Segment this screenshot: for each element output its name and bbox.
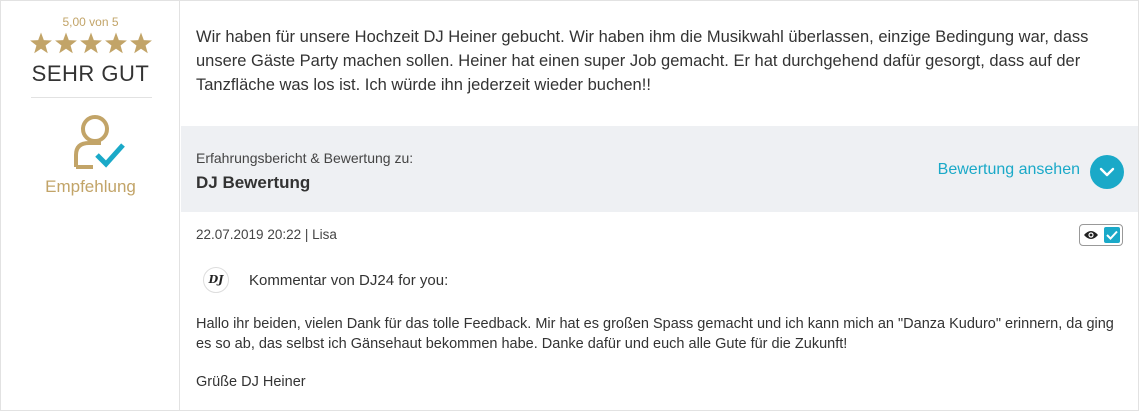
star-icon	[30, 32, 52, 54]
comment-body: Hallo ihr beiden, vielen Dank für das to…	[196, 314, 1116, 354]
recommendation-label: Empfehlung	[45, 177, 136, 196]
star-icon	[55, 32, 77, 54]
rating-panel: 5,00 von 5 SEHR GUT Empfehlung	[1, 1, 180, 410]
star-icon	[80, 32, 102, 54]
review-card: 5,00 von 5 SEHR GUT Empfehlung Wir haben…	[0, 0, 1139, 411]
review-meta: 22.07.2019 20:22 | Lisa	[196, 227, 337, 242]
rating-stars	[30, 32, 152, 54]
divider	[31, 97, 152, 98]
view-review-button[interactable]	[1090, 155, 1124, 189]
review-context-bar: Erfahrungsbericht & Bewertung zu: DJ Bew…	[181, 126, 1138, 212]
view-review-link[interactable]: Bewertung ansehen	[938, 161, 1080, 179]
dj-logo: DJ	[203, 267, 229, 293]
rating-grade: SEHR GUT	[31, 61, 150, 86]
visibility-checkbox[interactable]	[1104, 227, 1120, 243]
visibility-toggle[interactable]	[1079, 224, 1123, 246]
context-subtitle: Erfahrungsbericht & Bewertung zu:	[196, 150, 414, 166]
comment-heading: Kommentar von DJ24 for you:	[249, 272, 449, 289]
checkmark-icon	[1106, 230, 1118, 240]
comment-text: Hallo ihr beiden, vielen Dank für das to…	[196, 316, 1114, 352]
recommendation-icon	[74, 115, 125, 169]
context-title: DJ Bewertung	[196, 173, 311, 192]
star-icon	[130, 32, 152, 54]
rating-score: 5,00 von 5	[62, 15, 119, 29]
eye-icon	[1084, 231, 1098, 239]
review-text: Wir haben für unsere Hochzeit DJ Heiner …	[196, 28, 1089, 94]
star-icon	[105, 32, 127, 54]
chevron-down-icon	[1099, 167, 1115, 177]
comment-signature: Grüße DJ Heiner	[196, 374, 306, 390]
